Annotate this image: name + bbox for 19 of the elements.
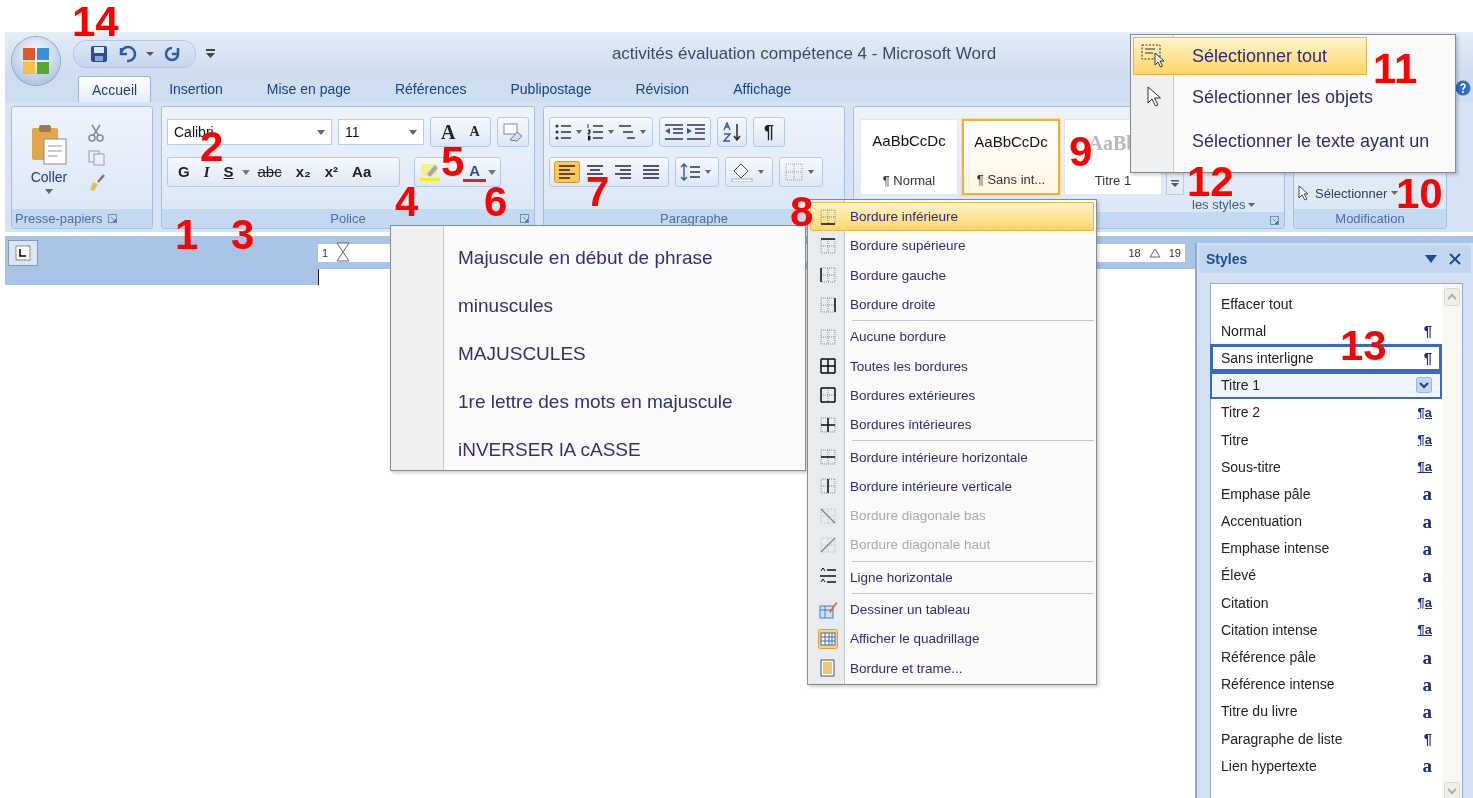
annotation-number: 7 [586, 176, 610, 207]
annotation-number: 12 [1187, 166, 1234, 197]
annotation-number: 14 [72, 6, 119, 37]
annotation-number: 11 [1373, 53, 1418, 84]
annotation-number: 6 [484, 186, 508, 217]
ruler-number: 19 [1168, 246, 1181, 259]
window-title: activités évaluation compétence 4 - Microsoft Word [611, 43, 997, 64]
annotation-number: 1 [175, 219, 199, 250]
group-label: Paragraphe [660, 211, 728, 226]
annotation-number: 5 [441, 146, 465, 177]
pane-title: Styles [1206, 251, 1249, 267]
group-label: Modification [1335, 211, 1405, 226]
ruler-number: 1 [322, 246, 329, 259]
group-label: Police [330, 211, 366, 226]
group-label: Presse-papiers [15, 211, 103, 226]
annotation-number: 3 [231, 219, 255, 250]
ruler-number: 18 [1128, 246, 1141, 259]
annotation-number: 10 [1396, 178, 1443, 209]
annotation-number: 4 [395, 186, 419, 217]
